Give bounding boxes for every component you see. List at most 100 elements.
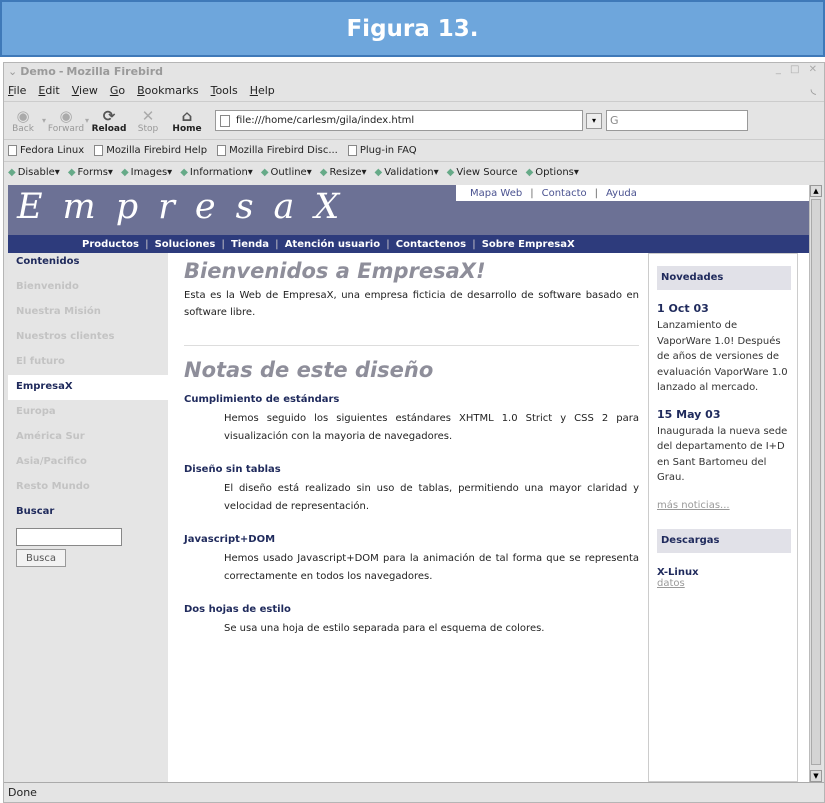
news-date: 1 Oct 03: [657, 302, 709, 315]
menu-tools[interactable]: Tools: [211, 84, 238, 97]
bookmark-page-icon: [94, 145, 104, 156]
menu-bookmarks[interactable]: Bookmarks: [137, 84, 198, 97]
devtool-icon: ◆: [446, 167, 455, 178]
menu-view[interactable]: View: [72, 84, 98, 97]
url-dropdown-button[interactable]: ▾: [586, 112, 603, 129]
mainnav-item[interactable]: Atención usuario: [285, 239, 380, 250]
news-text: Lanzamiento de VaporWare 1.0! Después de…: [657, 320, 788, 393]
devtool-0[interactable]: ◆ Disable▾: [8, 167, 60, 178]
stop-label: Stop: [137, 123, 159, 134]
vertical-scrollbar[interactable]: ▲ ▼: [809, 185, 822, 782]
sidebar-item[interactable]: Nuestra Misión: [8, 300, 168, 325]
sidebar-item[interactable]: Resto Mundo: [8, 475, 168, 500]
sidebar-item[interactable]: El futuro: [8, 350, 168, 375]
devtool-1[interactable]: ◆ Forms▾: [68, 167, 113, 178]
mainnav-item[interactable]: Tienda: [231, 239, 269, 250]
devtool-4[interactable]: ◆ Outline▾: [261, 167, 312, 178]
menu-help[interactable]: Help: [250, 84, 275, 97]
devtool-7[interactable]: ◆ View Source: [447, 167, 518, 178]
bookmark-page-icon: [217, 145, 227, 156]
intro-text: Esta es la Web de EmpresaX, una empresa …: [184, 290, 639, 318]
main-content: Bienvenidos a EmpresaX! Esta es la Web d…: [184, 253, 639, 656]
scroll-up-icon[interactable]: ▲: [810, 185, 822, 197]
forward-button[interactable]: ◉ Forward: [47, 106, 85, 134]
menu-accelerator: T: [210, 83, 216, 97]
mainnav-item[interactable]: Productos: [82, 239, 139, 250]
sidebar-item[interactable]: Bienvenido: [8, 275, 168, 300]
note-text: El diseño está realizado sin uso de tabl…: [224, 483, 639, 512]
sidebar-search-input[interactable]: [16, 528, 122, 546]
toplink-2[interactable]: Ayuda: [606, 188, 637, 199]
window-title-browser: Mozilla Firebird: [66, 64, 164, 78]
sidebar: Contenidos Bienvenido Nuestra Misión Nuest…: [8, 253, 168, 782]
bookmark-item[interactable]: Mozilla Firebird Help: [94, 145, 207, 156]
stop-button[interactable]: ✕ Stop: [131, 108, 165, 134]
mainnav-item[interactable]: Sobre EmpresaX: [482, 239, 575, 250]
menu-accelerator: E: [38, 83, 46, 97]
menubar: File Edit View Go Bookmarks Tools Help: [4, 79, 824, 101]
sidebar-item[interactable]: Nuestros clientes: [8, 325, 168, 350]
devtool-2[interactable]: ◆ Images▾: [121, 167, 172, 178]
menu-accelerator: V: [71, 83, 80, 97]
sidebar-heading-contents: Contenidos: [16, 256, 80, 267]
menu-accelerator: H: [249, 83, 258, 97]
bookmark-page-icon: [347, 145, 357, 156]
reload-button[interactable]: ⟳ Reload: [92, 108, 127, 134]
notes-title: Notas de este diseño: [184, 358, 434, 382]
mainnav-item[interactable]: Soluciones: [155, 239, 216, 250]
navigation-toolbar: ◉ Back ▾ ◉ Forward ▾ ⟳ Reload ✕ Stop ⌂ Home f…: [4, 101, 824, 139]
menu-file[interactable]: File: [8, 84, 26, 97]
news-heading: Novedades: [657, 266, 791, 290]
divider: [184, 345, 639, 346]
stop-icon: ✕: [141, 106, 155, 125]
forward-label: Forward: [47, 123, 85, 134]
forward-dropdown-icon[interactable]: ▾: [85, 116, 89, 125]
bookmark-label: Mozilla Firebird Disc...: [229, 145, 338, 156]
sidebar-item[interactable]: Asia/Pacifico: [8, 450, 168, 475]
menu-accelerator: G: [109, 83, 119, 97]
toplink-0[interactable]: Mapa Web: [470, 188, 522, 199]
devtool-icon: ◆: [525, 167, 534, 178]
search-field[interactable]: G: [606, 110, 749, 131]
mainnav-separator: |: [386, 238, 390, 250]
site-logo[interactable]: EmpresaX: [17, 187, 359, 227]
mainnav-item[interactable]: Contactenos: [396, 239, 466, 250]
news-date: 15 May 03: [657, 407, 721, 421]
devtool-8[interactable]: ◆ Options▾: [526, 167, 579, 178]
url-field[interactable]: file:///home/carlesm/gila/index.html: [215, 110, 584, 131]
bookmark-item[interactable]: Fedora Linux: [8, 145, 84, 156]
site-header: EmpresaX Mapa Web | Contacto | Ayuda: [8, 185, 809, 235]
news-box: Novedades 1 Oct 03 Lanzamiento de VaporWa…: [648, 253, 798, 782]
forward-arrow-icon: ◉: [59, 106, 73, 125]
sidebar-item[interactable]: América Sur: [8, 425, 168, 450]
news-text: Inaugurada la nueva sede del departament…: [657, 425, 788, 484]
bookmark-item[interactable]: Plug-in FAQ: [347, 145, 417, 156]
note-heading: Diseño sin tablas: [184, 464, 281, 475]
scroll-down-icon[interactable]: ▼: [810, 770, 822, 782]
window-titlebar: ⌄ Demo - Mozilla Firebird _ □ ✕: [4, 63, 824, 79]
home-button[interactable]: ⌂ Home: [170, 108, 204, 134]
note-text: Se usa una hoja de estilo separada para …: [224, 623, 545, 634]
sidebar-item[interactable]: Europa: [8, 400, 168, 425]
toplink-1[interactable]: Contacto: [542, 188, 587, 199]
devtool-6[interactable]: ◆ Validation▾: [375, 167, 439, 178]
window-controls[interactable]: _ □ ✕: [776, 64, 820, 75]
menu-edit[interactable]: Edit: [38, 84, 59, 97]
mainnav-separator: |: [144, 238, 149, 250]
window-menu-icon[interactable]: ⌄: [8, 65, 17, 78]
bookmark-item[interactable]: Mozilla Firebird Disc...: [217, 145, 338, 156]
download-item: X-Linux: [657, 566, 699, 578]
devtool-3[interactable]: ◆ Information▾: [180, 167, 253, 178]
back-dropdown-icon[interactable]: ▾: [42, 116, 46, 125]
devtool-icon: ◆: [67, 167, 76, 178]
sidebar-search-button[interactable]: Busca: [16, 549, 66, 567]
menu-go[interactable]: Go: [110, 84, 125, 97]
scrollbar-thumb[interactable]: [811, 199, 821, 765]
home-icon: ⌂: [181, 106, 193, 125]
more-news-link[interactable]: más noticias...: [657, 500, 790, 511]
sidebar-item-empresax[interactable]: EmpresaX: [8, 375, 168, 400]
back-button[interactable]: ◉ Back: [6, 108, 40, 134]
devtool-5[interactable]: ◆ Resize▾: [320, 167, 367, 178]
devtool-icon: ◆: [8, 167, 16, 178]
download-link[interactable]: datos: [657, 578, 790, 589]
